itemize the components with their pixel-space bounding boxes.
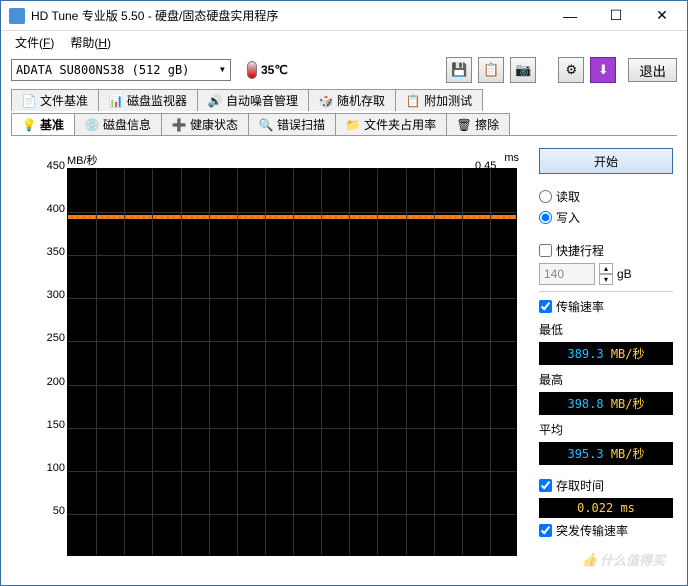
tab-擦除[interactable]: 🗑擦除 bbox=[446, 113, 510, 135]
access-time-value: 0.022 ms bbox=[539, 498, 673, 518]
access-time-checkbox[interactable]: 存取时间 bbox=[539, 477, 673, 494]
exit-button[interactable]: 退出 bbox=[628, 58, 677, 82]
tab-文件夹占用率[interactable]: 📁文件夹占用率 bbox=[335, 113, 447, 135]
tab-磁盘监视器[interactable]: 📊磁盘监视器 bbox=[98, 89, 198, 111]
max-label: 最高 bbox=[539, 371, 673, 388]
max-value: 398.8 MB/秒 bbox=[539, 392, 673, 415]
short-stroke-size: 140 ▴▾ gB bbox=[539, 263, 673, 285]
copy-button[interactable]: 📋 bbox=[478, 57, 504, 83]
benchmark-chart: MB/秒 ms 45040035030025020015010050 0.450… bbox=[15, 146, 503, 556]
screenshot-button[interactable]: 📷 bbox=[510, 57, 536, 83]
y-axis-left-label: MB/秒 bbox=[67, 152, 98, 168]
tab-随机存取[interactable]: 🎲随机存取 bbox=[308, 89, 396, 111]
short-stroke-checkbox[interactable]: 快捷行程 bbox=[539, 242, 673, 259]
size-field: 140 bbox=[539, 263, 595, 285]
tab-icon: 💡 bbox=[22, 118, 36, 132]
min-value: 389.3 MB/秒 bbox=[539, 342, 673, 365]
tab-健康状态[interactable]: ➕健康状态 bbox=[161, 113, 249, 135]
tab-icon: 📄 bbox=[22, 94, 36, 108]
side-panel: 开始 读取 写入 快捷行程 140 ▴▾ gB 传输速率 最低 389.3 MB… bbox=[539, 146, 673, 571]
tab-文件基准[interactable]: 📄文件基准 bbox=[11, 89, 99, 111]
transfer-rate-line bbox=[68, 215, 516, 219]
chart-wrap: MB/秒 ms 45040035030025020015010050 0.450… bbox=[15, 146, 535, 571]
menu-file[interactable]: 文件(F) bbox=[9, 32, 60, 53]
tab-磁盘信息[interactable]: 💿磁盘信息 bbox=[74, 113, 162, 135]
minimize-button[interactable]: — bbox=[547, 1, 593, 31]
start-button[interactable]: 开始 bbox=[539, 148, 673, 174]
menubar: 文件(F) 帮助(H) bbox=[1, 31, 687, 53]
tabs-row-1: 📄文件基准📊磁盘监视器🔊自动噪音管理🎲随机存取📋附加测试 bbox=[1, 87, 687, 111]
content-area: MB/秒 ms 45040035030025020015010050 0.450… bbox=[11, 135, 677, 575]
tab-自动噪音管理[interactable]: 🔊自动噪音管理 bbox=[197, 89, 309, 111]
menu-help[interactable]: 帮助(H) bbox=[64, 32, 117, 53]
thermometer-icon bbox=[247, 61, 257, 79]
window-title: HD Tune 专业版 5.50 - 硬盘/固态硬盘实用程序 bbox=[31, 7, 547, 24]
plot-area bbox=[67, 168, 517, 556]
maximize-button[interactable]: ☐ bbox=[593, 1, 639, 31]
tab-icon: 🎲 bbox=[319, 94, 333, 108]
tab-icon: 📊 bbox=[109, 94, 123, 108]
size-unit: gB bbox=[617, 267, 632, 281]
minimize-to-tray-button[interactable]: ⬇ bbox=[590, 57, 616, 83]
size-spinner[interactable]: ▴▾ bbox=[599, 263, 613, 285]
y-axis-left: 45040035030025020015010050 bbox=[39, 160, 67, 556]
drive-select[interactable]: ADATA SU800NS38 (512 gB) bbox=[11, 59, 231, 81]
tab-基准[interactable]: 💡基准 bbox=[11, 113, 75, 135]
avg-value: 395.3 MB/秒 bbox=[539, 442, 673, 465]
temperature-display: 35℃ bbox=[247, 61, 288, 79]
watermark: 👍什么值得买 bbox=[582, 550, 665, 569]
transfer-rate-checkbox[interactable]: 传输速率 bbox=[539, 298, 673, 315]
tab-icon: 📋 bbox=[406, 94, 420, 108]
avg-label: 平均 bbox=[539, 421, 673, 438]
tab-icon: 🔍 bbox=[259, 118, 273, 132]
tab-icon: 🗑 bbox=[457, 118, 471, 132]
tabs-row-2: 💡基准💿磁盘信息➕健康状态🔍错误扫描📁文件夹占用率🗑擦除 bbox=[1, 111, 687, 135]
save-button[interactable]: 💾 bbox=[446, 57, 472, 83]
tab-icon: 📁 bbox=[346, 118, 360, 132]
tab-icon: 💿 bbox=[85, 118, 99, 132]
tab-附加测试[interactable]: 📋附加测试 bbox=[395, 89, 483, 111]
min-label: 最低 bbox=[539, 321, 673, 338]
tab-icon: ➕ bbox=[172, 118, 186, 132]
write-radio[interactable]: 写入 bbox=[539, 209, 673, 226]
titlebar: HD Tune 专业版 5.50 - 硬盘/固态硬盘实用程序 — ☐ ✕ bbox=[1, 1, 687, 31]
y-axis-right-label: ms bbox=[504, 152, 519, 164]
close-button[interactable]: ✕ bbox=[639, 1, 685, 31]
app-icon bbox=[9, 8, 25, 24]
burst-rate-checkbox[interactable]: 突发传输速率 bbox=[539, 522, 673, 539]
toolbar: ADATA SU800NS38 (512 gB) 35℃ 💾 📋 📷 ⚙ ⬇ 退… bbox=[1, 53, 687, 87]
tab-icon: 🔊 bbox=[208, 94, 222, 108]
read-radio[interactable]: 读取 bbox=[539, 188, 673, 205]
tab-错误扫描[interactable]: 🔍错误扫描 bbox=[248, 113, 336, 135]
options-button[interactable]: ⚙ bbox=[558, 57, 584, 83]
